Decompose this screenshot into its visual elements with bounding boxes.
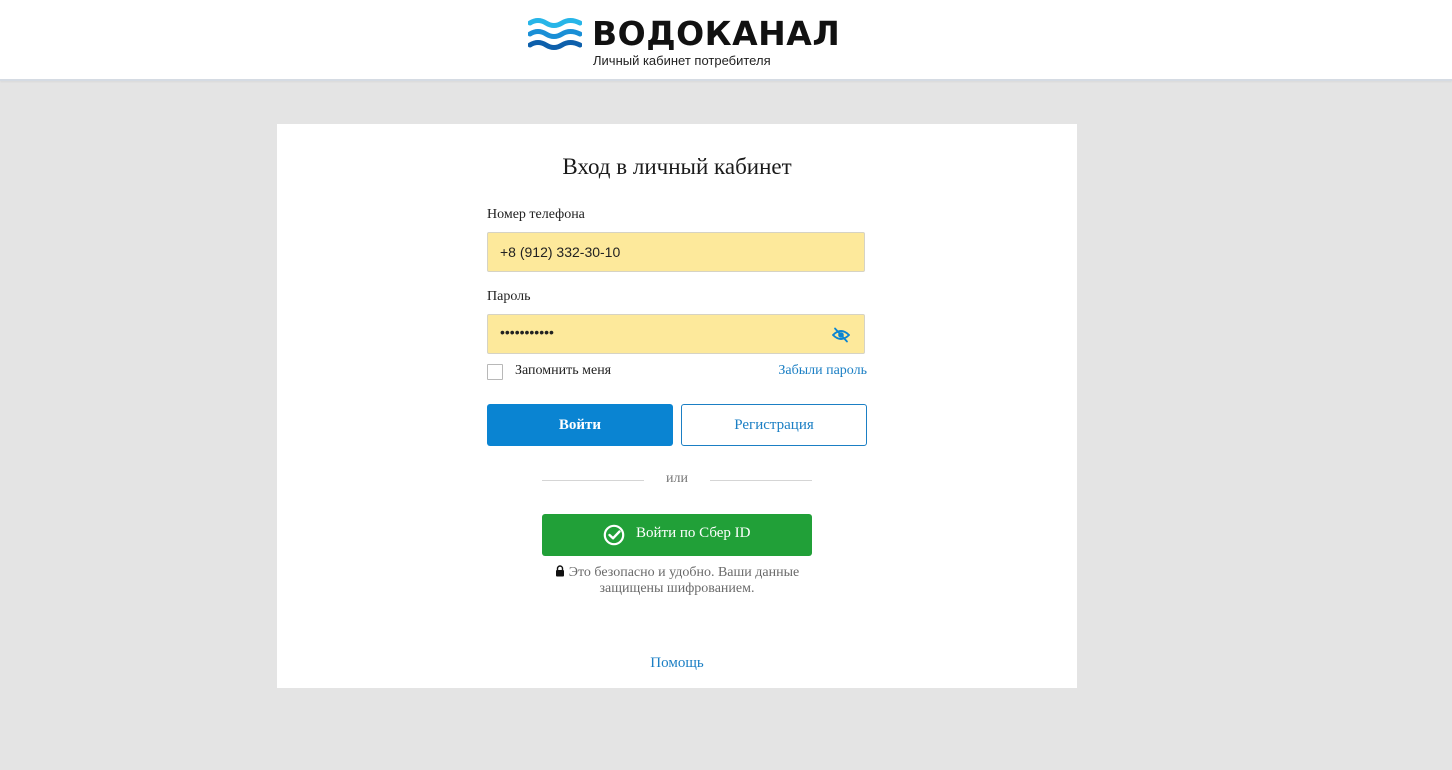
security-note: Это безопасно и удобно. Ваши данные защи… [527, 565, 827, 597]
phone-input[interactable]: +8 (912) 332-30-10 [487, 232, 865, 272]
divider-right [710, 480, 812, 481]
remember-checkbox[interactable] [487, 364, 503, 380]
lock-icon [555, 565, 564, 577]
login-button[interactable]: Войти [487, 404, 673, 446]
forgot-password-link[interactable]: Забыли пароль [757, 363, 867, 379]
login-card: Вход в личный кабинет Номер телефона +8 … [277, 124, 1077, 688]
brand-name: ВОДОКАНАЛ [592, 14, 841, 53]
page-title: Вход в личный кабинет [562, 154, 792, 179]
security-note-line2: защищены шифрованием. [599, 581, 755, 596]
security-note-line1: Это безопасно и удобно. Ваши данные [568, 565, 800, 580]
eye-slash-icon[interactable] [832, 327, 850, 343]
phone-value: +8 (912) 332-30-10 [500, 244, 621, 260]
sber-check-icon [603, 524, 625, 546]
register-button[interactable]: Регистрация [681, 404, 867, 446]
sber-button-label: Войти по Сбер ID [636, 525, 751, 541]
help-link[interactable]: Помощь [277, 655, 1077, 672]
phone-label: Номер телефона [487, 207, 585, 222]
or-separator: или [666, 471, 688, 486]
password-input[interactable]: ••••••••••• [487, 314, 865, 354]
sber-id-button[interactable]: Войти по Сбер ID [542, 514, 812, 556]
top-header: ВОДОКАНАЛ Личный кабинет потребителя [0, 0, 1452, 81]
brand-subtitle: Личный кабинет потребителя [593, 53, 771, 68]
remember-label: Запомнить меня [515, 363, 612, 378]
waves-logo-icon [528, 18, 582, 50]
brand-logo[interactable]: ВОДОКАНАЛ Личный кабинет потребителя [528, 14, 840, 74]
password-label: Пароль [487, 289, 531, 304]
password-value: ••••••••••• [500, 324, 554, 340]
